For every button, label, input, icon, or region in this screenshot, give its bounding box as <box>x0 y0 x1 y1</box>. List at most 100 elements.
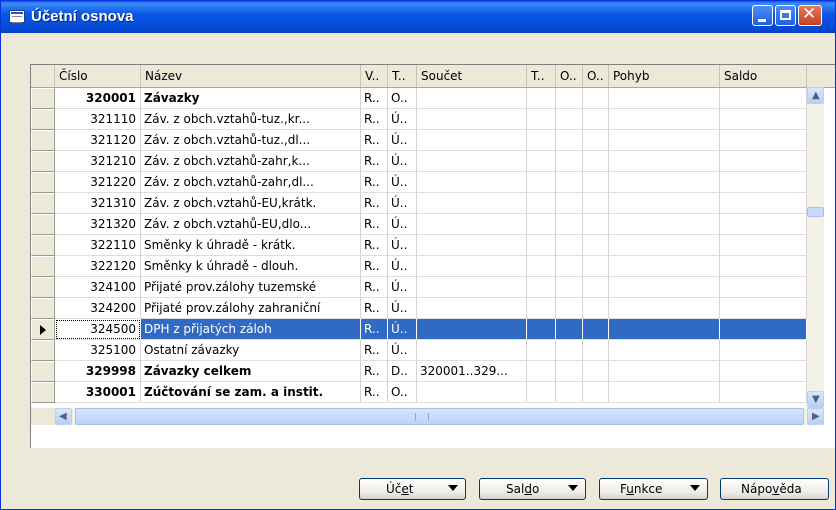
cell-saldo[interactable] <box>720 88 807 109</box>
table-row[interactable]: 324100 Přijaté prov.zálohy tuzemské R.. Ú.. <box>31 277 835 298</box>
table-row[interactable]: 321120 Záv. z obch.vztahů-tuz.,dl... R.. Ú.… <box>31 130 835 151</box>
cell-saldo[interactable] <box>720 172 807 193</box>
cell-v[interactable]: R.. <box>361 172 388 193</box>
cell-nazev[interactable]: Zúčtování se zam. a instit. <box>141 382 361 403</box>
cell-t[interactable]: Ú.. <box>388 256 417 277</box>
cell-t2[interactable] <box>527 193 556 214</box>
cell-o1[interactable] <box>556 151 583 172</box>
cell-o2[interactable] <box>583 340 609 361</box>
cell-v[interactable]: R.. <box>361 298 388 319</box>
cell-cislo[interactable]: 329998 <box>55 361 141 382</box>
cell-v[interactable]: R.. <box>361 382 388 403</box>
cell-t2[interactable] <box>527 256 556 277</box>
row-selector[interactable] <box>31 151 55 172</box>
cell-v[interactable]: R.. <box>361 214 388 235</box>
cell-t2[interactable] <box>527 151 556 172</box>
cell-t2[interactable] <box>527 340 556 361</box>
cell-o2[interactable] <box>583 172 609 193</box>
cell-soucet[interactable] <box>417 235 527 256</box>
cell-o1[interactable] <box>556 193 583 214</box>
cell-nazev[interactable]: Ostatní závazky <box>141 340 361 361</box>
cell-o1[interactable] <box>556 382 583 403</box>
cell-o1[interactable] <box>556 172 583 193</box>
cell-cislo[interactable]: 325100 <box>55 340 141 361</box>
cell-t2[interactable] <box>527 361 556 382</box>
close-button[interactable]: ✕ <box>798 4 822 26</box>
cell-nazev[interactable]: Záv. z obch.vztahů-zahr,k... <box>141 151 361 172</box>
cell-soucet[interactable] <box>417 382 527 403</box>
cell-cislo[interactable]: 321110 <box>55 109 141 130</box>
cell-o1[interactable] <box>556 109 583 130</box>
cell-o2[interactable] <box>583 298 609 319</box>
maximize-button[interactable] <box>775 5 796 26</box>
title-bar[interactable]: Účetní osnova ✕ <box>1 1 835 33</box>
cell-saldo[interactable] <box>720 256 807 277</box>
cell-v[interactable]: R.. <box>361 256 388 277</box>
table-row[interactable]: 321110 Záv. z obch.vztahů-tuz.,kr... R.. Ú.… <box>31 109 835 130</box>
cell-o2[interactable] <box>583 214 609 235</box>
cell-o1[interactable] <box>556 361 583 382</box>
funkce-button[interactable]: Funkce <box>599 478 708 500</box>
cell-cislo[interactable]: 322110 <box>55 235 141 256</box>
row-selector[interactable] <box>31 109 55 130</box>
row-pointer-icon[interactable] <box>31 319 55 340</box>
cell-soucet[interactable] <box>417 214 527 235</box>
cell-saldo[interactable] <box>720 193 807 214</box>
cell-nazev[interactable]: Záv. z obch.vztahů-tuz.,dl... <box>141 130 361 151</box>
cell-v[interactable]: R.. <box>361 277 388 298</box>
cell-o2[interactable] <box>583 277 609 298</box>
cell-nazev[interactable]: DPH z přijatých záloh <box>141 319 361 340</box>
cell-o2[interactable] <box>583 109 609 130</box>
cell-t[interactable]: Ú.. <box>388 130 417 151</box>
cell-pohyb[interactable] <box>609 109 720 130</box>
cell-t[interactable]: Ú.. <box>388 151 417 172</box>
cell-soucet[interactable] <box>417 256 527 277</box>
cell-pohyb[interactable] <box>609 235 720 256</box>
cell-saldo[interactable] <box>720 382 807 403</box>
cell-t[interactable]: Ú.. <box>388 319 417 340</box>
cell-nazev[interactable]: Přijaté prov.zálohy zahraniční <box>141 298 361 319</box>
column-header-t[interactable]: T.. <box>388 65 417 87</box>
scroll-left-button[interactable]: ◀ <box>55 408 72 425</box>
horizontal-scrollbar[interactable]: ◀ ▶ <box>55 408 824 425</box>
row-selector[interactable] <box>31 130 55 151</box>
cell-t[interactable]: O.. <box>388 382 417 403</box>
cell-t2[interactable] <box>527 88 556 109</box>
table-row[interactable]: 324500 DPH z přijatých záloh R.. Ú.. <box>31 319 835 340</box>
cell-t[interactable]: Ú.. <box>388 172 417 193</box>
row-selector[interactable] <box>31 382 55 403</box>
cell-v[interactable]: R.. <box>361 88 388 109</box>
cell-cislo[interactable]: 321120 <box>55 130 141 151</box>
ucet-button[interactable]: Účet <box>359 478 466 500</box>
cell-cislo[interactable]: 324100 <box>55 277 141 298</box>
cell-pohyb[interactable] <box>609 130 720 151</box>
accounts-grid[interactable]: Číslo Název V.. T.. Součet T.. O.. O.. Pohyb Sald… <box>30 64 835 448</box>
cell-nazev[interactable]: Záv. z obch.vztahů-tuz.,kr... <box>141 109 361 130</box>
cell-t[interactable]: O.. <box>388 88 417 109</box>
table-row[interactable]: 330001 Zúčtování se zam. a instit. R.. O.. <box>31 382 835 403</box>
cell-cislo[interactable]: 321310 <box>55 193 141 214</box>
cell-t[interactable]: Ú.. <box>388 193 417 214</box>
cell-o1[interactable] <box>556 88 583 109</box>
cell-t2[interactable] <box>527 214 556 235</box>
cell-soucet[interactable] <box>417 88 527 109</box>
cell-cislo[interactable]: 321220 <box>55 172 141 193</box>
row-selector[interactable] <box>31 256 55 277</box>
table-row[interactable]: 322110 Směnky k úhradě - krátk. R.. Ú.. <box>31 235 835 256</box>
cell-pohyb[interactable] <box>609 214 720 235</box>
cell-cislo[interactable]: 324500 <box>55 319 141 340</box>
cell-soucet[interactable]: 320001..329... <box>417 361 527 382</box>
cell-t[interactable]: Ú.. <box>388 109 417 130</box>
table-row[interactable]: 320001 Závazky R.. O.. <box>31 88 835 109</box>
cell-v[interactable]: R.. <box>361 235 388 256</box>
table-row[interactable]: 329998 Závazky celkem R.. D.. 320001..329... <box>31 361 835 382</box>
cell-o1[interactable] <box>556 340 583 361</box>
cell-pohyb[interactable] <box>609 361 720 382</box>
cell-o2[interactable] <box>583 235 609 256</box>
table-row[interactable]: 321210 Záv. z obch.vztahů-zahr,k... R.. Ú.. <box>31 151 835 172</box>
cell-o1[interactable] <box>556 214 583 235</box>
cell-saldo[interactable] <box>720 214 807 235</box>
cell-saldo[interactable] <box>720 340 807 361</box>
row-selector[interactable] <box>31 235 55 256</box>
cell-o1[interactable] <box>556 298 583 319</box>
